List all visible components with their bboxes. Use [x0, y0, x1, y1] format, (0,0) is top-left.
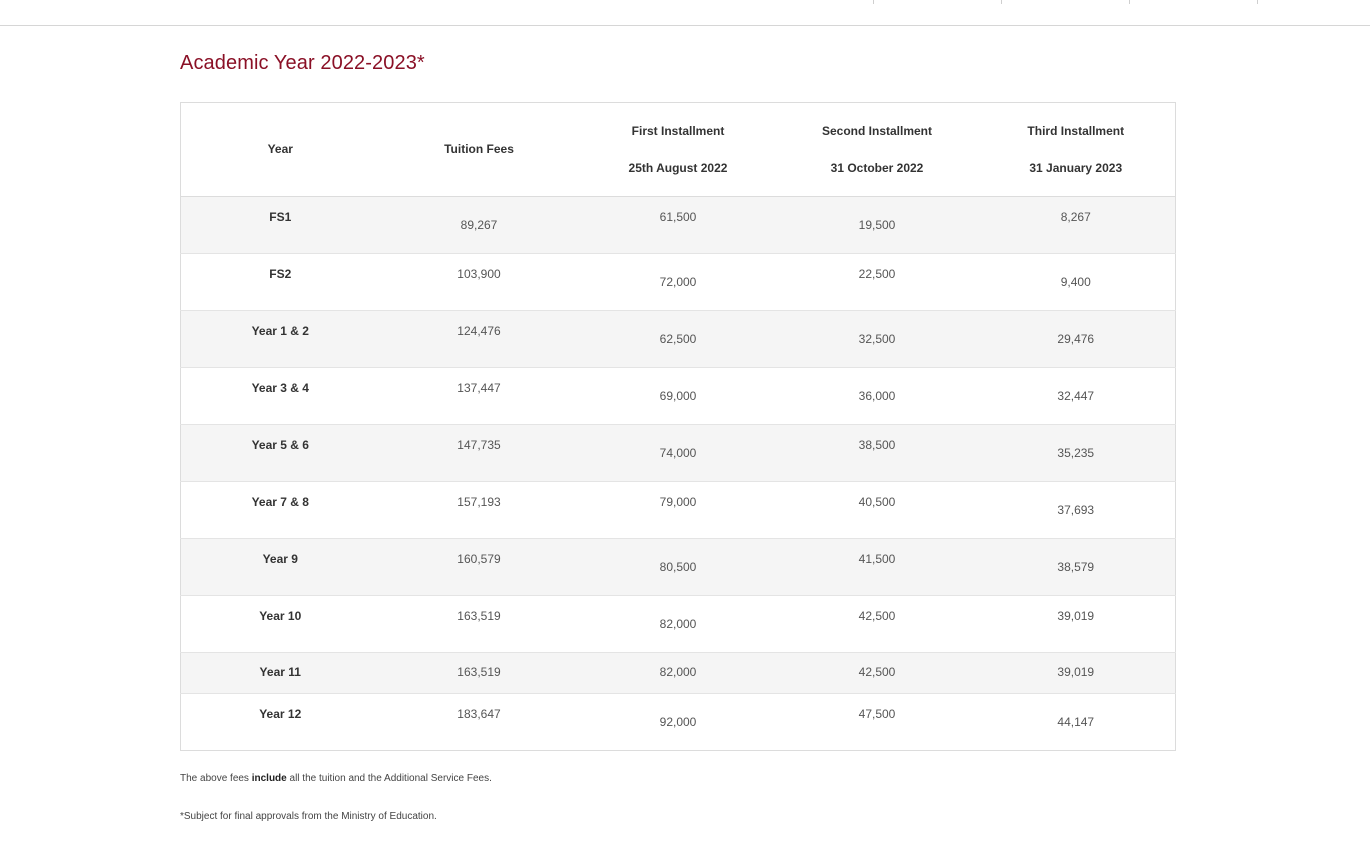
cell-tuition: 89,267 — [460, 218, 498, 232]
cell-tuition: 103,900 — [457, 267, 501, 281]
header-third-label: Third Installment — [1027, 123, 1125, 138]
table-row: Year 5 & 6 147,735 74,000 38,500 35,235 — [180, 424, 1176, 482]
table-row: FS1 89,267 61,500 19,500 8,267 — [180, 196, 1176, 254]
cell-tuition: 137,447 — [457, 381, 501, 395]
table-row: Year 11 163,519 82,000 42,500 39,019 — [180, 652, 1176, 694]
note-emphasis: include — [251, 773, 287, 784]
header-second-label: Second Installment — [821, 123, 933, 138]
header-year-label: Year — [267, 142, 293, 156]
cell-year: Year 10 — [259, 609, 302, 623]
cell-tuition: 163,519 — [457, 665, 501, 679]
cell-tuition: 147,735 — [457, 438, 501, 452]
table-row: Year 12 183,647 92,000 47,500 44,147 — [180, 693, 1176, 751]
cell-second: 42,500 — [858, 609, 896, 623]
approval-note: *Subject for final approvals from the Mi… — [180, 811, 437, 822]
cell-second: 32,500 — [858, 332, 896, 346]
cell-third: 8,267 — [1060, 210, 1091, 224]
nav-divider — [873, 0, 874, 4]
header-second-installment: Second Installment 31 October 2022 — [777, 102, 977, 197]
cell-third: 35,235 — [1057, 446, 1095, 460]
header-third-installment: Third Installment 31 January 2023 — [976, 102, 1176, 197]
cell-second: 47,500 — [858, 707, 896, 721]
cell-third: 39,019 — [1057, 665, 1095, 679]
table-row: Year 1 & 2 124,476 62,500 32,500 29,476 — [180, 310, 1176, 368]
cell-first: 82,000 — [659, 665, 697, 679]
header-third-date: 31 January 2023 — [1029, 160, 1123, 175]
cell-second: 41,500 — [858, 552, 896, 566]
header-second-date: 31 October 2022 — [830, 160, 924, 175]
header-year: Year — [180, 102, 380, 197]
cell-first: 82,000 — [659, 617, 697, 631]
cell-second: 19,500 — [858, 218, 896, 232]
cell-third: 39,019 — [1057, 609, 1095, 623]
cell-first: 74,000 — [659, 446, 697, 460]
cell-tuition: 157,193 — [457, 495, 501, 509]
cell-first: 92,000 — [659, 715, 697, 729]
page-title: Academic Year 2022-2023* — [180, 52, 425, 74]
cell-year: Year 9 — [262, 552, 298, 566]
table-row: Year 9 160,579 80,500 41,500 38,579 — [180, 538, 1176, 596]
cell-tuition: 183,647 — [457, 707, 501, 721]
cell-year: FS1 — [269, 210, 292, 224]
cell-second: 42,500 — [858, 665, 896, 679]
cell-third: 37,693 — [1057, 503, 1095, 517]
cell-tuition: 160,579 — [457, 552, 501, 566]
header-tuition-label: Tuition Fees — [444, 142, 514, 156]
cell-first: 61,500 — [659, 210, 697, 224]
cell-second: 22,500 — [858, 267, 896, 281]
note-text: The above fees — [180, 773, 252, 784]
cell-third: 32,447 — [1057, 389, 1095, 403]
header-first-date: 25th August 2022 — [628, 160, 728, 175]
cell-year: Year 7 & 8 — [251, 495, 309, 509]
cell-first: 69,000 — [659, 389, 697, 403]
header-first-installment: First Installment 25th August 2022 — [578, 102, 778, 197]
cell-first: 80,500 — [659, 560, 697, 574]
table-row: Year 10 163,519 82,000 42,500 39,019 — [180, 595, 1176, 653]
cell-third: 29,476 — [1057, 332, 1095, 346]
cell-tuition: 124,476 — [457, 324, 501, 338]
table-row: Year 3 & 4 137,447 69,000 36,000 32,447 — [180, 367, 1176, 425]
cell-second: 36,000 — [858, 389, 896, 403]
cell-third: 9,400 — [1060, 275, 1091, 289]
note-text: all the tuition and the Additional Servi… — [286, 773, 492, 784]
fees-include-note: The above fees include all the tuition a… — [180, 773, 492, 784]
header-tuition-fees: Tuition Fees — [379, 102, 579, 197]
cell-year: Year 3 & 4 — [251, 381, 309, 395]
cell-third: 44,147 — [1057, 715, 1095, 729]
cell-second: 40,500 — [858, 495, 896, 509]
cell-year: Year 12 — [259, 707, 302, 721]
header-first-label: First Installment — [631, 123, 725, 138]
cell-second: 38,500 — [858, 438, 896, 452]
nav-divider — [1001, 0, 1002, 4]
table-header-row: Year Tuition Fees First Installment 25th… — [180, 102, 1176, 197]
cell-first: 72,000 — [659, 275, 697, 289]
table-row: FS2 103,900 72,000 22,500 9,400 — [180, 253, 1176, 311]
cell-year: Year 11 — [259, 665, 301, 679]
nav-divider — [1129, 0, 1130, 4]
cell-year: Year 1 & 2 — [251, 324, 309, 338]
nav-divider — [1257, 0, 1258, 4]
cell-first: 62,500 — [659, 332, 697, 346]
fees-table: Year Tuition Fees First Installment 25th… — [180, 102, 1176, 751]
cell-year: FS2 — [269, 267, 292, 281]
table-row: Year 7 & 8 157,193 79,000 40,500 37,693 — [180, 481, 1176, 539]
cell-first: 79,000 — [659, 495, 697, 509]
cell-tuition: 163,519 — [457, 609, 501, 623]
top-navigation-bar — [0, 0, 1370, 26]
cell-year: Year 5 & 6 — [251, 438, 309, 452]
cell-third: 38,579 — [1057, 560, 1095, 574]
